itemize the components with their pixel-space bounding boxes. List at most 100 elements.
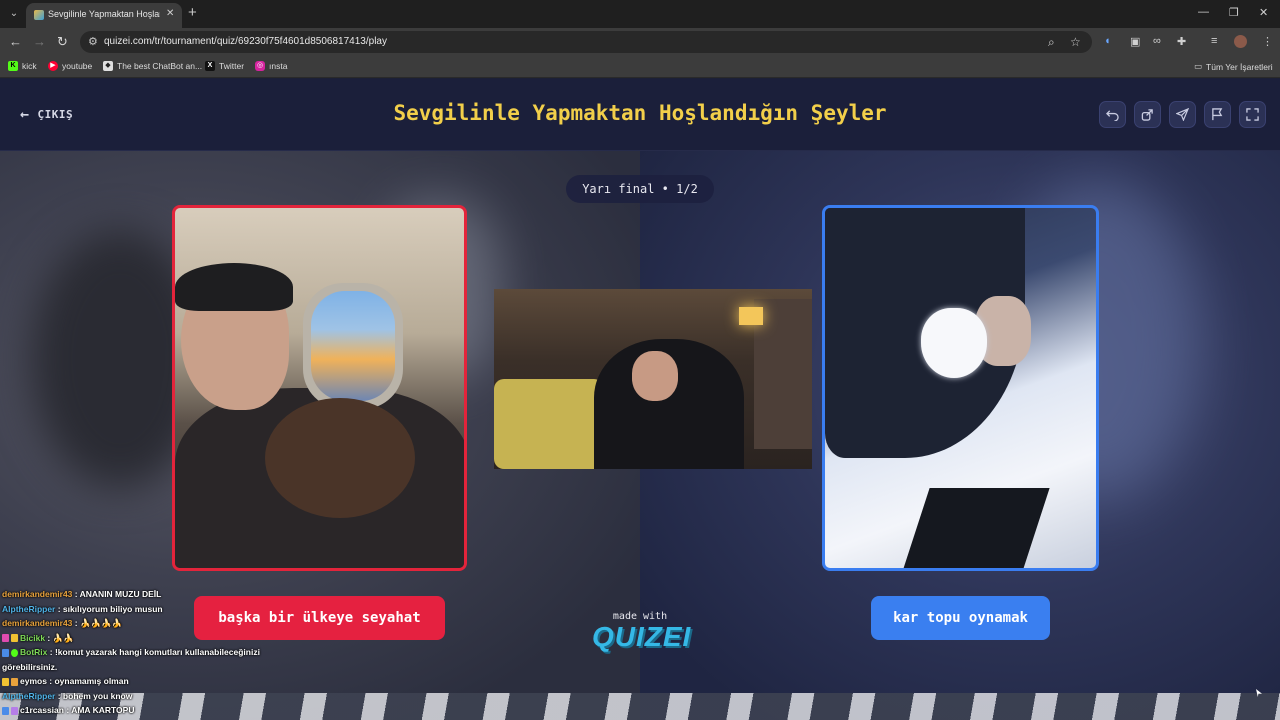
share-button[interactable]	[1134, 101, 1161, 128]
chat-text: : ANANIN MUZU DEİL	[72, 589, 162, 599]
tab-favicon-icon	[34, 10, 44, 20]
chat-username: BotRix	[20, 647, 48, 657]
quiz-header: ← ÇIKIŞ Sevgilinle Yapmaktan Hoşlandığın…	[0, 79, 1280, 151]
url-text[interactable]: quizei.com/tr/tournament/quiz/69230f75f4…	[104, 36, 387, 47]
chat-badge-icon	[11, 634, 18, 643]
bookmark-label: kick	[22, 61, 37, 71]
report-button[interactable]	[1204, 101, 1231, 128]
chat-message: c1rcassian : AMA KARTOPU	[2, 703, 262, 718]
tab-search-icon[interactable]: ⌄	[6, 6, 22, 22]
fullscreen-icon	[1246, 108, 1259, 121]
chat-message: BotRix : !komut yazarak hangi komutları …	[2, 645, 262, 674]
bookmark-star-icon[interactable]: ☆	[1070, 35, 1081, 49]
chatbot-icon: ◆	[103, 61, 113, 71]
folder-icon: ▭	[1194, 61, 1203, 71]
reload-icon[interactable]: ↻	[57, 34, 68, 50]
bookmark-label: Twitter	[219, 61, 245, 71]
chat-text: : 🍌🍌	[45, 632, 74, 643]
tab-close-icon[interactable]: ✕	[166, 8, 174, 19]
bookmark-twitter[interactable]: X Twitter	[205, 61, 244, 71]
instagram-icon: ◎	[255, 61, 265, 71]
option-right-image[interactable]	[822, 205, 1099, 571]
flag-icon	[1212, 108, 1223, 121]
chat-text: : oynamamış olman	[46, 676, 129, 686]
chat-username: AlptheRipper	[2, 603, 56, 614]
exit-label: ÇIKIŞ	[37, 107, 74, 121]
new-tab-icon[interactable]: +	[188, 5, 197, 21]
chat-username: demirkandemir43	[2, 618, 73, 628]
chat-username: c1rcassian	[20, 705, 64, 715]
option-left-image[interactable]	[172, 205, 467, 571]
chat-badge-icon	[2, 648, 9, 657]
all-bookmarks-label: Tüm Yer İşaretleri	[1206, 61, 1273, 72]
forward-icon[interactable]: →	[33, 34, 46, 50]
profile-avatar-icon[interactable]	[1234, 35, 1247, 48]
chat-message: eymos : oynamamış olman	[2, 674, 262, 689]
restore-icon[interactable]: ❐	[1229, 6, 1239, 19]
chat-badge-icon	[11, 648, 18, 657]
extension-glasses-icon[interactable]: ∞	[1153, 35, 1161, 47]
exit-button[interactable]: ← ÇIKIŞ	[20, 105, 74, 123]
chat-username: Bicikk	[20, 632, 46, 643]
photo-shape	[311, 291, 395, 401]
undo-icon	[1106, 110, 1119, 121]
chat-message: demirkandemir43 : ANANIN MUZU DEİL	[2, 587, 262, 602]
chat-message: AlptheRipper : bohem you know	[2, 689, 262, 704]
chat-text: : AMA KARTOPU	[63, 705, 135, 715]
bookmark-label: ınsta	[269, 61, 288, 71]
webcam-shape	[739, 307, 763, 325]
browser-toolbar: ← → ↻ ⚙ quizei.com/tr/tournament/quiz/69…	[0, 28, 1280, 56]
streamer-webcam	[494, 289, 812, 469]
close-window-icon[interactable]: ✕	[1259, 6, 1268, 19]
undo-button[interactable]	[1099, 101, 1126, 128]
extension-screen-icon[interactable]: ▣	[1130, 35, 1140, 48]
chat-badge-icon	[2, 706, 9, 715]
x-icon: X	[205, 61, 215, 71]
bookmark-kick[interactable]: K kick	[8, 61, 37, 71]
photo-shape	[900, 488, 1050, 568]
minimize-icon[interactable]: —	[1198, 6, 1209, 18]
chat-message: demirkandemir43 : 🍌🍌🍌🍌	[2, 616, 262, 631]
extension-audio-icon[interactable]: ◖	[1104, 35, 1111, 47]
site-info-icon[interactable]: ⚙	[88, 35, 98, 48]
bookmark-label: The best ChatBot an...	[117, 61, 203, 71]
bookmarks-bar: K kick ▶ youtube ◆ The best ChatBot an..…	[0, 56, 1280, 78]
chat-badge-icon	[2, 634, 9, 643]
tab-title: Sevgilinle Yapmaktan Hoşlandığın Şeyler	[48, 9, 160, 19]
photo-shape	[175, 263, 293, 311]
all-bookmarks[interactable]: ▭ Tüm Yer İşaretleri	[1194, 61, 1273, 72]
chat-message: Bicikk : 🍌🍌	[2, 631, 262, 646]
address-bar[interactable]: ⚙ quizei.com/tr/tournament/quiz/69230f75…	[80, 31, 1092, 53]
kick-icon: K	[8, 61, 18, 71]
bookmark-chatbot[interactable]: ◆ The best ChatBot an...	[103, 61, 202, 71]
chat-message: AlptheRipper : sıkılıyorum biliyo musun	[2, 602, 262, 617]
zoom-icon[interactable]: ⌕	[1048, 35, 1055, 50]
webcam-shape	[632, 351, 678, 401]
browser-tabstrip: ⌄ Sevgilinle Yapmaktan Hoşlandığın Şeyle…	[0, 0, 1280, 28]
arrow-left-icon: ←	[20, 105, 30, 123]
option-right-button[interactable]: kar topu oynamak	[871, 596, 1050, 640]
chat-username: AlptheRipper	[2, 690, 56, 701]
chat-text: : sıkılıyorum biliyo musun	[55, 603, 163, 614]
reading-list-icon[interactable]: ≡	[1211, 35, 1217, 47]
stream-chat-overlay: demirkandemir43 : ANANIN MUZU DEİL Alpth…	[2, 587, 262, 718]
fullscreen-button[interactable]	[1239, 101, 1266, 128]
menu-kebab-icon[interactable]: ⋮	[1262, 35, 1273, 48]
chat-text: : 🍌🍌🍌🍌	[72, 618, 123, 628]
chat-username: demirkandemir43	[2, 589, 73, 599]
webcam-shape	[494, 379, 604, 469]
bookmark-instagram[interactable]: ◎ ınsta	[255, 61, 287, 71]
share-icon	[1141, 109, 1153, 121]
photo-shape	[265, 398, 415, 518]
browser-tab[interactable]: Sevgilinle Yapmaktan Hoşlandığın Şeyler …	[26, 3, 182, 28]
quizei-logo[interactable]: QUIZEI	[592, 621, 690, 653]
bookmark-youtube[interactable]: ▶ youtube	[48, 61, 92, 71]
chat-badge-icon	[11, 677, 18, 686]
back-icon[interactable]: ←	[9, 34, 22, 50]
photo-shape	[921, 308, 987, 378]
quiz-page: ← ÇIKIŞ Sevgilinle Yapmaktan Hoşlandığın…	[0, 79, 1280, 720]
extensions-icon[interactable]: ✚	[1177, 35, 1186, 48]
chat-text: : bohem you know	[55, 690, 133, 701]
send-button[interactable]	[1169, 101, 1196, 128]
chat-badge-icon	[11, 706, 18, 715]
